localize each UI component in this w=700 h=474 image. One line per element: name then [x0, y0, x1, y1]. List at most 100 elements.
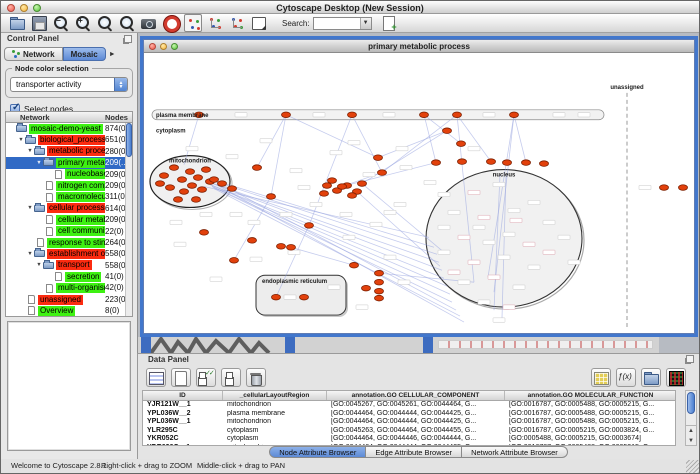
snapshot-icon[interactable]	[140, 14, 158, 32]
select-attributes-icon[interactable]	[196, 368, 216, 387]
window-titlebar[interactable]: Cytoscape Desktop (New Session)	[1, 1, 699, 14]
delete-attribute-icon[interactable]	[246, 368, 266, 387]
network-node[interactable]	[277, 244, 286, 250]
tree-row[interactable]: unassigned223(0)	[6, 294, 125, 305]
import-attributes-icon[interactable]	[641, 368, 661, 387]
tree-row[interactable]: ▼cellular process614(0)	[6, 203, 125, 214]
resize-grip[interactable]	[686, 460, 699, 473]
table-row[interactable]: YJR121W__1mitochondrion[GO:0045267, GO:0…	[143, 401, 675, 410]
search-dropdown-arrow-icon[interactable]: ▼	[360, 18, 371, 29]
scroll-up-icon[interactable]: ▲	[686, 426, 696, 436]
tree-row[interactable]: ▼metabolic process280(0)	[6, 146, 125, 157]
table-column-header[interactable]: ID	[143, 391, 223, 400]
network-node[interactable]	[320, 191, 329, 197]
annotation-icon[interactable]	[250, 14, 268, 32]
heatmap-icon[interactable]	[666, 368, 686, 387]
network-node[interactable]	[194, 175, 203, 181]
network-view-icon[interactable]	[228, 14, 246, 32]
network-node[interactable]	[218, 181, 227, 187]
network-node[interactable]	[348, 112, 357, 118]
tree-row[interactable]: secretion41(0)	[6, 271, 125, 282]
tree-row[interactable]: mosaic-demo-yeast874(0)	[6, 123, 125, 134]
network-node[interactable]	[503, 160, 512, 166]
network-node[interactable]	[300, 294, 309, 300]
expander-icon[interactable]: ▼	[26, 251, 34, 257]
table-row[interactable]: YPL036W__1mitochondrion[GO:0044464, GO:0…	[143, 418, 675, 427]
tree-row[interactable]: ▼biological_process651(0)	[6, 134, 125, 145]
tab-overflow-arrow-icon[interactable]: ►	[109, 51, 116, 58]
network-node[interactable]	[375, 270, 384, 276]
network-node[interactable]	[375, 288, 384, 294]
float-data-panel-icon[interactable]	[686, 355, 694, 363]
expander-icon[interactable]: ▼	[26, 205, 34, 211]
table-row[interactable]: YLR295Ccytoplasm[GO:0045263, GO:0044464,…	[143, 427, 675, 436]
network-node[interactable]	[374, 155, 383, 161]
node-color-dropdown[interactable]: transporter activity ▲▼	[10, 77, 128, 92]
network-node[interactable]	[282, 112, 291, 118]
network-node[interactable]	[253, 165, 262, 171]
network-node[interactable]	[198, 187, 207, 193]
network-node[interactable]	[443, 128, 452, 134]
tab-network[interactable]: Network	[4, 47, 63, 61]
network-node[interactable]	[166, 185, 175, 191]
network-node[interactable]	[170, 165, 179, 171]
network-window-titlebar[interactable]: primary metabolic process	[144, 40, 694, 53]
tree-row[interactable]: response to stimulu264(0)	[6, 237, 125, 248]
network-node[interactable]	[348, 193, 357, 199]
network-node[interactable]	[487, 159, 496, 165]
network-node[interactable]	[202, 167, 211, 173]
network-node[interactable]	[378, 170, 387, 176]
tree-row[interactable]: Overview8(0)	[6, 305, 125, 316]
attribute-grid-icon[interactable]	[591, 368, 611, 387]
table-scrollbar[interactable]: ▲ ▼	[685, 390, 697, 446]
tree-row[interactable]: nucleobase-209(0)	[6, 169, 125, 180]
tree-scrollbar[interactable]	[125, 123, 132, 316]
first-neighbors-icon[interactable]	[206, 14, 224, 32]
table-column-header[interactable]: annotation.GO CELLULAR_COMPONENT	[327, 391, 505, 400]
table-column-header[interactable]: annotation.GO MOLECULAR_FUNCTION	[505, 391, 676, 400]
tree-column-network[interactable]: Network	[20, 113, 50, 122]
network-node[interactable]	[305, 223, 314, 229]
tree-row[interactable]: nitrogen compo209(0)	[6, 180, 125, 191]
tree-scrollbar-thumb[interactable]	[126, 123, 132, 157]
network-node[interactable]	[186, 169, 195, 175]
new-attribute-icon[interactable]	[171, 368, 191, 387]
help-icon[interactable]	[162, 14, 180, 32]
unselect-attributes-icon[interactable]	[221, 368, 241, 387]
table-scrollbar-thumb[interactable]	[687, 392, 695, 414]
network-node[interactable]	[540, 161, 549, 167]
network-node[interactable]	[178, 177, 187, 183]
zoom-in-icon[interactable]: +	[74, 14, 92, 32]
network-node[interactable]	[272, 294, 281, 300]
search-input[interactable]	[314, 18, 360, 29]
tree-row[interactable]: ▼transport558(0)	[6, 260, 125, 271]
network-node[interactable]	[432, 160, 441, 166]
save-icon[interactable]	[30, 14, 48, 32]
network-node[interactable]	[375, 279, 384, 285]
expander-icon[interactable]: ▼	[35, 262, 43, 268]
network-node[interactable]	[200, 230, 209, 236]
network-node[interactable]	[328, 178, 337, 184]
expander-icon[interactable]: ▼	[35, 160, 43, 166]
tab-mosaic[interactable]: Mosaic	[63, 47, 106, 61]
zoom-fit-icon[interactable]	[118, 14, 136, 32]
network-view-window[interactable]: primary metabolic process plasma membran…	[143, 39, 695, 334]
zoom-selected-icon[interactable]	[96, 14, 114, 32]
tree-row[interactable]: ▼primary metabol209(...	[6, 157, 125, 168]
table-column-header[interactable]: _cellularLayoutRegion	[223, 391, 327, 400]
network-node[interactable]	[287, 245, 296, 251]
zoom-out-icon[interactable]: −	[52, 14, 70, 32]
tree-column-nodes[interactable]: Nodes	[105, 113, 128, 122]
network-node[interactable]	[453, 112, 462, 118]
tree-row[interactable]: multi-organism pro42(0)	[6, 282, 125, 293]
tab-edge-attribute-browser[interactable]: Edge Attribute Browser	[366, 446, 462, 458]
network-node[interactable]	[375, 295, 384, 301]
expander-icon[interactable]: ▼	[26, 148, 34, 154]
dropdown-stepper-icon[interactable]: ▲▼	[114, 77, 127, 92]
birds-eye-view[interactable]	[7, 321, 131, 451]
tree-row[interactable]: macromolecule311(0)	[6, 191, 125, 202]
network-canvas[interactable]: plasma membranecytoplasmmitochondrionnuc…	[144, 53, 694, 333]
tree-row[interactable]: cellular metabo209(0)	[6, 214, 125, 225]
network-node[interactable]	[458, 159, 467, 165]
network-node[interactable]	[420, 112, 429, 118]
